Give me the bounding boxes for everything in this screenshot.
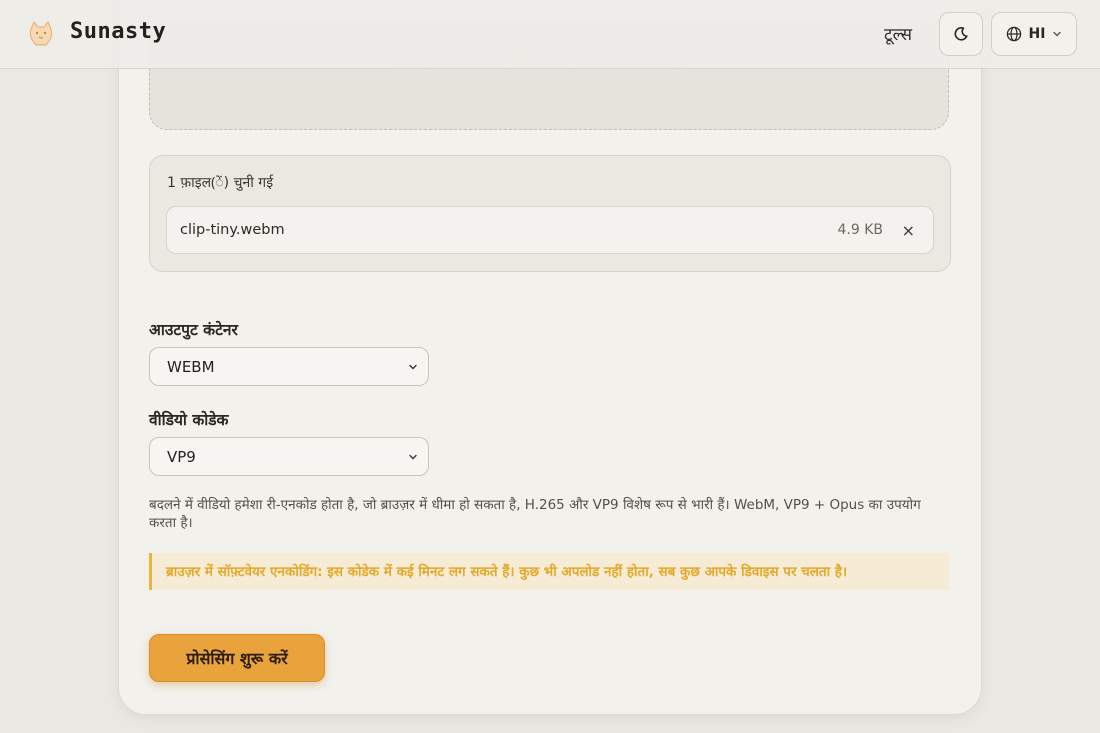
codec-select-value: VP9 (167, 448, 196, 466)
files-count-label: 1 फ़ाइल(ें) चुनी गई (167, 175, 274, 191)
language-selector[interactable]: HI (991, 12, 1077, 56)
cat-logo-icon[interactable] (26, 19, 56, 49)
container-label: आउटपुट कंटेनर (149, 321, 238, 339)
language-code: HI (1028, 26, 1046, 42)
file-name: clip-tiny.webm (180, 222, 285, 238)
selected-files-panel: 1 फ़ाइल(ें) चुनी गई clip-tiny.webm 4.9 K… (149, 155, 951, 272)
top-header: Sunasty टूल्स HI (0, 0, 1100, 69)
chevron-down-icon (409, 454, 417, 460)
brand-name[interactable]: Sunasty (70, 19, 166, 44)
chevron-down-icon (409, 364, 417, 370)
globe-icon (1006, 26, 1021, 42)
chevron-down-icon (1053, 31, 1062, 37)
start-processing-button[interactable]: प्रोसेसिंग शुरू करें (149, 634, 325, 682)
container-select[interactable]: WEBM (149, 347, 429, 386)
codec-label: वीडियो कोडेक (149, 411, 229, 429)
reencode-note: बदलने में वीडियो हमेशा री-एनकोड होता है,… (149, 497, 921, 531)
moon-icon (954, 26, 968, 41)
file-size: 4.9 KB (837, 222, 884, 238)
theme-toggle-button[interactable] (939, 12, 983, 56)
encoding-warning: ब्राउज़र में सॉफ़्टवेयर एनकोडिंग: इस कोड… (149, 553, 949, 590)
nav-tools-link[interactable]: टूल्स (884, 22, 912, 45)
container-select-value: WEBM (167, 358, 215, 376)
file-item: clip-tiny.webm 4.9 KB × (166, 206, 934, 254)
warning-text: ब्राउज़र में सॉफ़्टवेयर एनकोडिंग: इस कोड… (166, 564, 848, 580)
remove-file-button[interactable]: × (902, 221, 915, 240)
codec-select[interactable]: VP9 (149, 437, 429, 476)
